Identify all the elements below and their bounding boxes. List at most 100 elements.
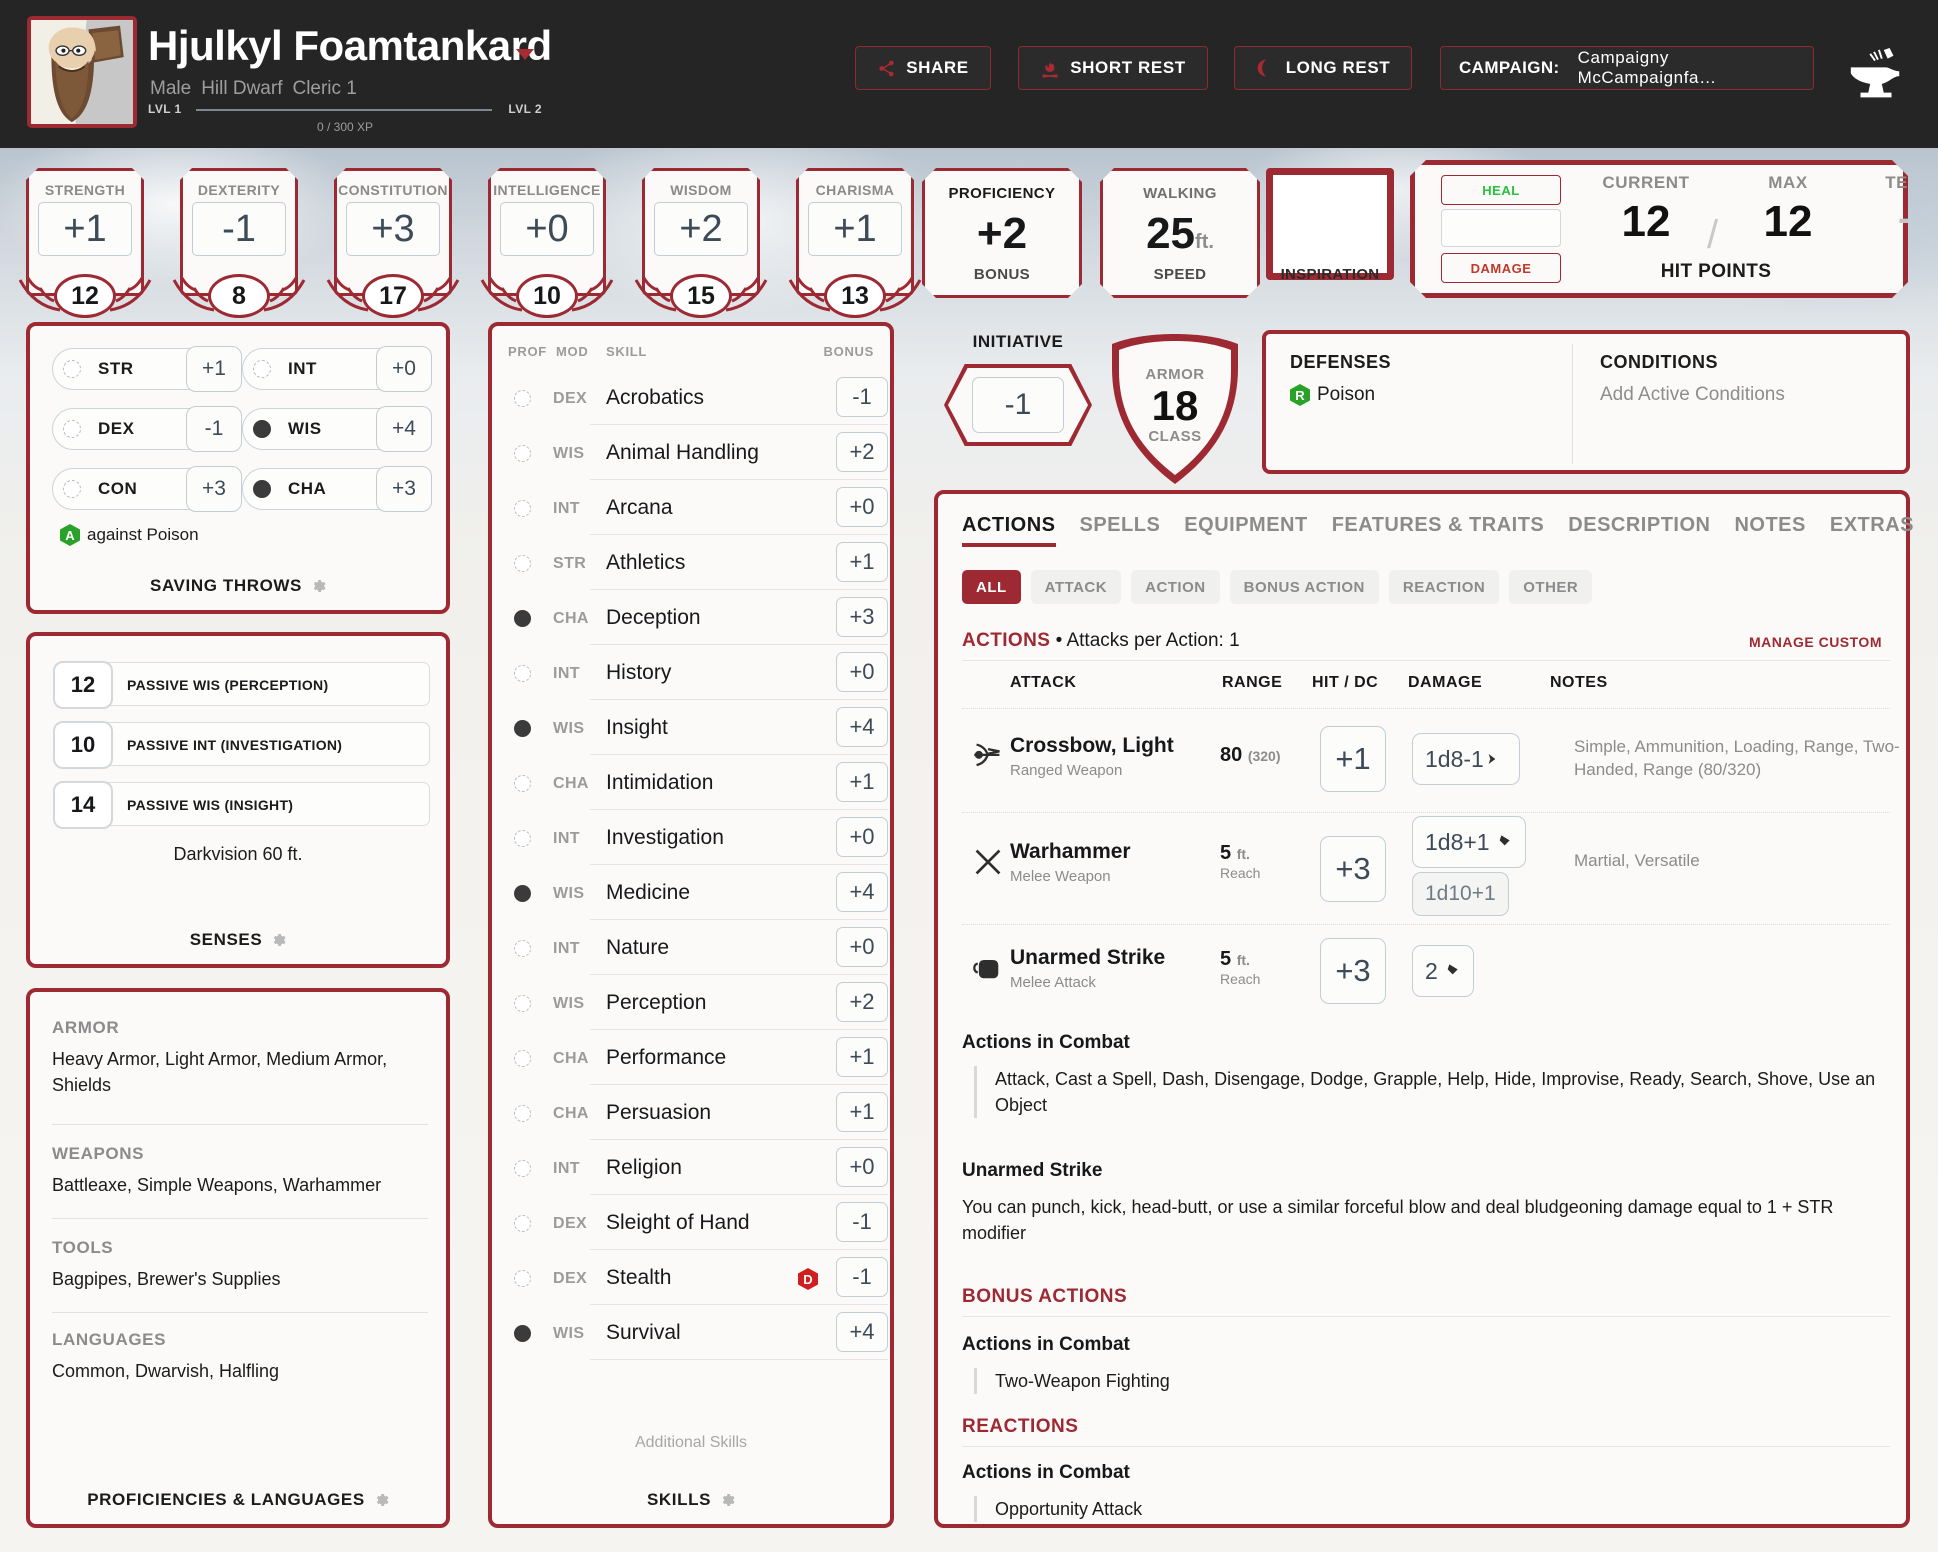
skill-row-survival[interactable]: WISSurvival+4 <box>506 1305 888 1360</box>
proficiency-dot-icon[interactable] <box>514 995 531 1012</box>
attack-row-unarmed-strike[interactable]: Unarmed Strike Melee Attack 5 ft.Reach +… <box>962 928 1890 1016</box>
tab-equipment[interactable]: EQUIPMENT <box>1184 514 1307 547</box>
tab-description[interactable]: DESCRIPTION <box>1568 514 1710 547</box>
short-rest-button[interactable]: SHORT REST <box>1018 46 1208 90</box>
proficiency-dot-icon[interactable] <box>253 360 271 378</box>
tab-extras[interactable]: EXTRAS <box>1830 514 1914 547</box>
proficiency-dot-icon[interactable] <box>514 1215 531 1232</box>
anvil-logo-icon[interactable] <box>1845 48 1907 98</box>
tab-actions[interactable]: ACTIONS <box>962 514 1056 547</box>
initiative-card[interactable]: -1 <box>944 364 1092 446</box>
proficiency-dot-icon[interactable] <box>253 480 271 498</box>
gear-icon[interactable] <box>373 1492 389 1508</box>
filter-attack[interactable]: ATTACK <box>1031 570 1121 604</box>
campaign-button[interactable]: CAMPAIGN: Campaigny McCampaignfa… <box>1440 46 1814 90</box>
avatar[interactable] <box>27 16 137 128</box>
saving-throw-str[interactable]: STR +1 <box>52 348 238 390</box>
proficiency-dot-icon[interactable] <box>514 830 531 847</box>
proficiency-dot-icon[interactable] <box>514 390 531 407</box>
proficiency-dot-icon[interactable] <box>63 480 81 498</box>
filter-other[interactable]: OTHER <box>1509 570 1592 604</box>
speed-card[interactable]: WALKING 25ft. SPEED <box>1100 168 1260 298</box>
skill-row-insight[interactable]: WISInsight+4 <box>506 700 888 755</box>
proficiency-dot-icon[interactable] <box>514 500 531 517</box>
proficiency-dot-icon[interactable] <box>514 1160 531 1177</box>
defense-item-poison[interactable]: R Poison <box>1290 384 1375 406</box>
saving-throw-dex[interactable]: DEX -1 <box>52 408 238 450</box>
gear-icon[interactable] <box>310 578 326 594</box>
sense-passive-perception[interactable]: 12 PASSIVE WIS (PERCEPTION) <box>54 662 430 706</box>
ability-strength[interactable]: STRENGTH +1 12 <box>26 168 144 296</box>
skill-row-sleight-of-hand[interactable]: DEXSleight of Hand-1 <box>506 1195 888 1250</box>
ability-charisma[interactable]: CHARISMA +1 13 <box>796 168 914 296</box>
skill-row-arcana[interactable]: INTArcana+0 <box>506 480 888 535</box>
skill-row-acrobatics[interactable]: DEXAcrobatics-1 <box>506 370 888 425</box>
tab-features-traits[interactable]: FEATURES & TRAITS <box>1332 514 1545 547</box>
name-dropdown-caret-icon[interactable] <box>516 49 534 60</box>
skill-row-perception[interactable]: WISPerception+2 <box>506 975 888 1030</box>
proficiency-dot-icon[interactable] <box>514 445 531 462</box>
proficiency-dot-icon[interactable] <box>514 720 531 737</box>
hp-current[interactable]: CURRENT 12 <box>1591 173 1701 247</box>
ability-dexterity[interactable]: DEXTERITY -1 8 <box>180 168 298 296</box>
attack-hit-bonus[interactable]: +3 <box>1320 836 1386 902</box>
proficiency-dot-icon[interactable] <box>514 1050 531 1067</box>
sense-passive-insight[interactable]: 14 PASSIVE WIS (INSIGHT) <box>54 782 430 826</box>
skill-row-religion[interactable]: INTReligion+0 <box>506 1140 888 1195</box>
heal-button[interactable]: HEAL <box>1441 175 1561 205</box>
share-button[interactable]: SHARE <box>855 46 991 90</box>
manage-custom-button[interactable]: MANAGE CUSTOM <box>1749 634 1882 650</box>
add-conditions-placeholder[interactable]: Add Active Conditions <box>1600 384 1785 406</box>
inspiration-toggle[interactable] <box>1266 168 1394 280</box>
ability-constitution[interactable]: CONSTITUTION +3 17 <box>334 168 452 296</box>
skill-row-nature[interactable]: INTNature+0 <box>506 920 888 975</box>
tab-spells[interactable]: SPELLS <box>1080 514 1161 547</box>
skill-row-medicine[interactable]: WISMedicine+4 <box>506 865 888 920</box>
saving-throw-wis[interactable]: WIS +4 <box>242 408 428 450</box>
saving-throw-con[interactable]: CON +3 <box>52 468 238 510</box>
attack-damage-versatile[interactable]: 1d10+1 <box>1412 872 1509 916</box>
armor-class-card[interactable]: ARMOR 18 CLASS <box>1112 334 1238 484</box>
attack-damage[interactable]: 1d8-1 <box>1412 733 1520 785</box>
xp-text[interactable]: 0 / 300 XP <box>148 120 542 134</box>
skill-row-investigation[interactable]: INTInvestigation+0 <box>506 810 888 865</box>
skill-row-history[interactable]: INTHistory+0 <box>506 645 888 700</box>
attack-damage[interactable]: 2 <box>1412 945 1474 997</box>
proficiency-dot-icon[interactable] <box>514 1325 531 1342</box>
gear-icon[interactable] <box>270 932 286 948</box>
damage-button[interactable]: DAMAGE <box>1441 253 1561 283</box>
proficiency-dot-icon[interactable] <box>514 610 531 627</box>
attack-damage-primary[interactable]: 1d8+1 <box>1412 816 1526 868</box>
proficiency-dot-icon[interactable] <box>514 775 531 792</box>
skill-row-deception[interactable]: CHADeception+3 <box>506 590 888 645</box>
attack-row-crossbow[interactable]: Crossbow, Light Ranged Weapon 80 (320) +… <box>962 712 1890 808</box>
proficiency-dot-icon[interactable] <box>63 360 81 378</box>
proficiency-dot-icon[interactable] <box>514 940 531 957</box>
gear-icon[interactable] <box>719 1492 735 1508</box>
proficiency-dot-icon[interactable] <box>253 420 271 438</box>
filter-reaction[interactable]: REACTION <box>1389 570 1499 604</box>
attack-hit-bonus[interactable]: +1 <box>1320 726 1386 792</box>
proficiency-dot-icon[interactable] <box>514 1270 531 1287</box>
hp-amount-input[interactable] <box>1441 209 1561 247</box>
sense-passive-investigation[interactable]: 10 PASSIVE INT (INVESTIGATION) <box>54 722 430 766</box>
tab-notes[interactable]: NOTES <box>1734 514 1805 547</box>
skill-row-performance[interactable]: CHAPerformance+1 <box>506 1030 888 1085</box>
proficiency-bonus-card[interactable]: PROFICIENCY +2 BONUS <box>922 168 1082 298</box>
skill-row-animal-handling[interactable]: WISAnimal Handling+2 <box>506 425 888 480</box>
skill-row-persuasion[interactable]: CHAPersuasion+1 <box>506 1085 888 1140</box>
additional-skills-link[interactable]: Additional Skills <box>492 1434 890 1452</box>
filter-all[interactable]: ALL <box>962 570 1021 604</box>
skill-row-intimidation[interactable]: CHAIntimidation+1 <box>506 755 888 810</box>
ability-intelligence[interactable]: INTELLIGENCE +0 10 <box>488 168 606 296</box>
ability-wisdom[interactable]: WISDOM +2 15 <box>642 168 760 296</box>
skill-row-athletics[interactable]: STRAthletics+1 <box>506 535 888 590</box>
proficiency-dot-icon[interactable] <box>514 1105 531 1122</box>
proficiency-dot-icon[interactable] <box>514 555 531 572</box>
filter-action[interactable]: ACTION <box>1131 570 1220 604</box>
proficiency-dot-icon[interactable] <box>63 420 81 438</box>
attack-hit-bonus[interactable]: +3 <box>1320 938 1386 1004</box>
attack-row-warhammer[interactable]: Warhammer Melee Weapon 5 ft.Reach +3 1d8… <box>962 816 1890 920</box>
long-rest-button[interactable]: LONG REST <box>1234 46 1412 90</box>
proficiency-dot-icon[interactable] <box>514 885 531 902</box>
